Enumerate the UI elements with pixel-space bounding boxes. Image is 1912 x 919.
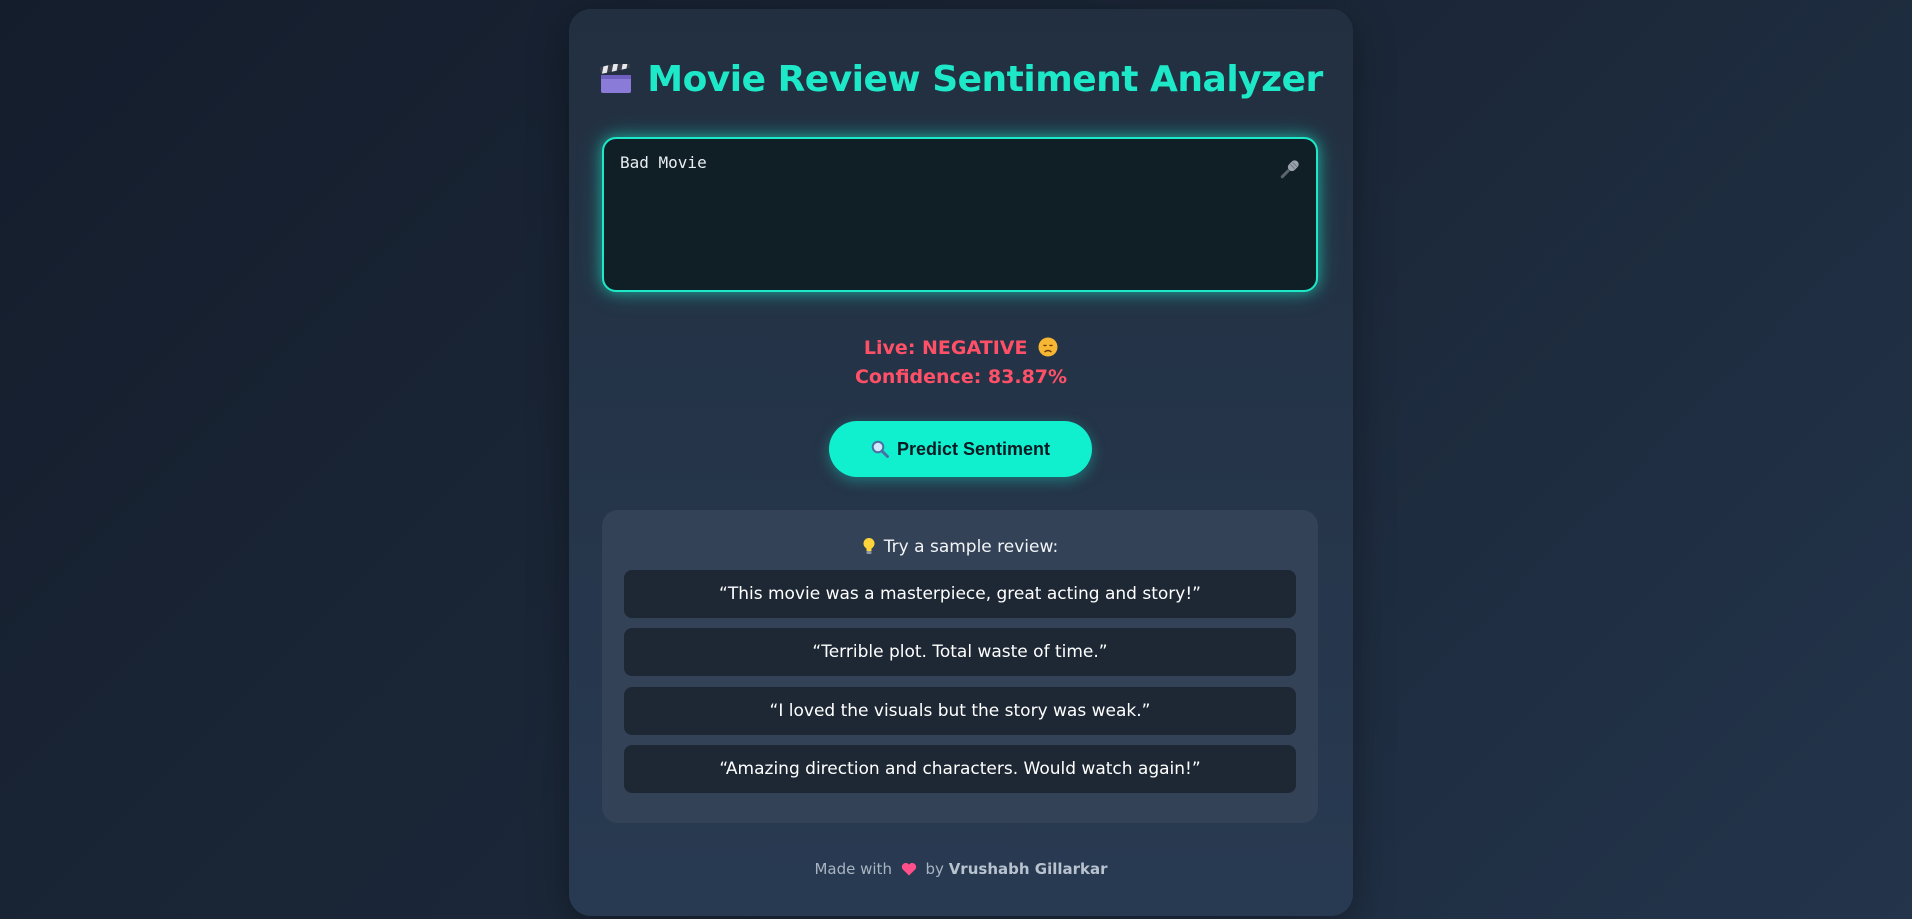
predict-sentiment-button[interactable]: Predict Sentiment [829,421,1092,477]
sample-review-1[interactable]: “This movie was a masterpiece, great act… [624,570,1296,618]
sample-reviews-panel: Try a sample review: “This movie was a m… [602,510,1318,823]
sample-review-2[interactable]: “Terrible plot. Total waste of time.” [624,628,1296,676]
footer-by: by [925,860,944,878]
confidence-value: Confidence: 83.87% [854,366,1068,388]
sample-review-3[interactable]: “I loved the visuals but the story was w… [624,687,1296,735]
heart-icon [901,862,916,876]
footer-author: Vrushabh Gillarkar [948,860,1108,878]
sample-reviews-heading: Try a sample review: [602,537,1318,557]
magnifier-icon [871,440,889,458]
clapperboard-icon [599,64,632,93]
review-editor [602,137,1318,292]
predict-sentiment-label: Predict Sentiment [896,438,1051,459]
sample-reviews-title: Try a sample review: [883,537,1059,557]
footer-prefix: Made with [814,860,892,878]
page-title: Movie Review Sentiment Analyzer [569,59,1353,100]
live-sentiment: Live: NEGATIVE [569,337,1353,359]
lightbulb-icon [863,538,875,554]
live-sentiment-text: Live: NEGATIVE [863,337,1028,359]
footer: Made with by Vrushabh Gillarkar [569,860,1353,878]
page-title-text: Movie Review Sentiment Analyzer [647,59,1323,100]
microphone-icon[interactable] [1276,157,1302,183]
sample-review-4[interactable]: “Amazing direction and characters. Would… [624,745,1296,793]
review-input[interactable] [620,153,1240,273]
main-card: Movie Review Sentiment Analyzer Live: NE… [569,9,1353,916]
sad-face-icon [1038,337,1058,357]
